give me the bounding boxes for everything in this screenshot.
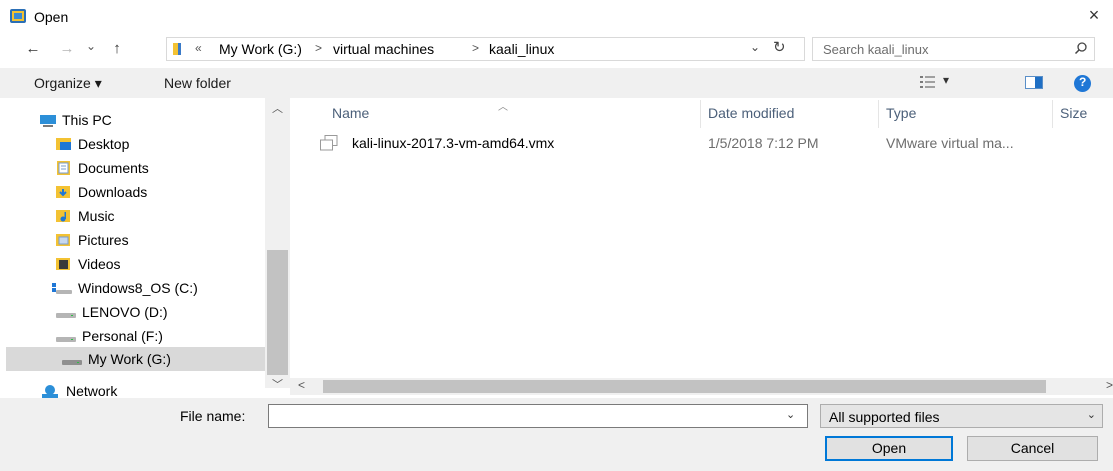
address-bar[interactable]: « My Work (G:) > virtual machines > kaal… xyxy=(166,37,805,61)
file-name-dropdown-icon[interactable]: ⌄ xyxy=(786,408,795,421)
documents-folder-icon xyxy=(57,161,70,175)
sidebar-item-downloads[interactable]: Downloads xyxy=(0,180,265,204)
sidebar-item-label: Network xyxy=(66,383,118,398)
navigation-pane-scrollbar[interactable]: ︿ ﹀ xyxy=(265,98,290,391)
dialog-app-icon xyxy=(10,9,26,23)
cancel-button[interactable]: Cancel xyxy=(967,436,1098,461)
sidebar-item-personal[interactable]: Personal (F:) xyxy=(0,324,265,348)
sidebar-item-label: Windows8_OS (C:) xyxy=(78,280,198,296)
scroll-left-arrow-icon[interactable]: < xyxy=(298,378,305,392)
address-dropdown-icon[interactable]: ⌄ xyxy=(750,40,760,54)
breadcrumb-separator-icon[interactable]: > xyxy=(315,41,322,55)
scroll-up-arrow-icon[interactable]: ︿ xyxy=(265,100,290,116)
breadcrumb-virtual-machines[interactable]: virtual machines xyxy=(333,41,434,57)
column-divider[interactable] xyxy=(878,100,879,128)
preview-pane-icon[interactable] xyxy=(1025,76,1043,89)
drive-icon xyxy=(62,360,82,365)
file-name-label: File name: xyxy=(180,408,246,424)
desktop-folder-icon xyxy=(56,138,71,150)
pictures-folder-icon xyxy=(56,234,70,246)
organize-caret-icon: ▾ xyxy=(94,75,102,91)
navigation-bar: ← → ⌄ ↑ « My Work (G:) > virtual machine… xyxy=(0,34,1113,64)
sidebar-item-lenovo[interactable]: LENOVO (D:) xyxy=(0,300,265,324)
breadcrumb-kaali-linux[interactable]: kaali_linux xyxy=(489,41,554,57)
view-options-caret-icon[interactable]: ▾ xyxy=(943,73,949,87)
downloads-folder-icon xyxy=(56,186,70,198)
new-folder-button[interactable]: New folder xyxy=(164,75,231,91)
recent-locations-chevron-icon[interactable]: ⌄ xyxy=(80,35,102,57)
column-divider[interactable] xyxy=(700,100,701,128)
file-name-input[interactable] xyxy=(268,404,808,428)
search-input[interactable]: Search kaali_linux xyxy=(812,37,1095,61)
breadcrumb-separator-icon[interactable]: > xyxy=(472,41,479,55)
file-type-filter-select[interactable]: All supported files ⌄ xyxy=(820,404,1103,428)
scroll-down-arrow-icon[interactable]: ﹀ xyxy=(265,376,290,392)
sidebar-item-network[interactable]: Network xyxy=(0,379,265,398)
drive-icon xyxy=(56,313,76,318)
sidebar-item-documents[interactable]: Documents xyxy=(0,156,265,180)
column-header-type[interactable]: Type xyxy=(886,105,916,121)
file-type: VMware virtual ma... xyxy=(886,135,1014,151)
search-placeholder: Search kaali_linux xyxy=(823,42,929,57)
search-icon[interactable] xyxy=(1074,41,1088,55)
sidebar-item-my-work[interactable]: My Work (G:) xyxy=(6,347,265,371)
vmx-file-icon xyxy=(320,135,338,151)
sidebar-item-label: Videos xyxy=(78,256,121,272)
sidebar-item-label: Documents xyxy=(78,160,149,176)
sidebar-item-label: This PC xyxy=(62,112,112,128)
drive-icon xyxy=(56,337,76,342)
music-folder-icon xyxy=(56,210,70,222)
file-date-modified: 1/5/2018 7:12 PM xyxy=(708,135,819,151)
scroll-right-arrow-icon[interactable]: > xyxy=(1106,378,1113,392)
system-drive-icon xyxy=(52,283,72,294)
sidebar-item-label: My Work (G:) xyxy=(88,351,171,367)
view-options-icon[interactable] xyxy=(920,76,936,89)
sidebar-item-label: Pictures xyxy=(78,232,129,248)
column-header-size[interactable]: Size xyxy=(1060,105,1087,121)
sidebar-item-desktop[interactable]: Desktop xyxy=(0,132,265,156)
table-row[interactable]: kali-linux-2017.3-vm-amd64.vmx 1/5/2018 … xyxy=(290,132,1080,154)
sidebar-item-windows8-os[interactable]: Windows8_OS (C:) xyxy=(0,276,265,300)
sidebar-item-label: LENOVO (D:) xyxy=(82,304,168,320)
command-toolbar: Organize ▾ New folder ▾ ? xyxy=(0,68,1113,98)
column-header-name[interactable]: Name xyxy=(332,105,369,121)
sidebar-item-label: Personal (F:) xyxy=(82,328,163,344)
refresh-icon[interactable]: ↻ xyxy=(773,38,786,56)
up-arrow-icon[interactable]: ↑ xyxy=(106,38,128,60)
back-arrow-icon[interactable]: ← xyxy=(22,38,44,60)
column-divider[interactable] xyxy=(1052,100,1053,128)
videos-folder-icon xyxy=(56,258,70,270)
open-button[interactable]: Open xyxy=(825,436,953,461)
sidebar-item-label: Music xyxy=(78,208,115,224)
sidebar-item-this-pc[interactable]: This PC xyxy=(0,108,265,132)
network-icon xyxy=(42,385,58,398)
column-header-date-modified[interactable]: Date modified xyxy=(708,105,794,121)
navigation-pane: This PC Desktop Documents Downloads Musi… xyxy=(0,98,290,398)
sidebar-item-videos[interactable]: Videos xyxy=(0,252,265,276)
sidebar-item-music[interactable]: Music xyxy=(0,204,265,228)
title-bar: Open × xyxy=(0,0,1113,34)
horizontal-scroll-thumb[interactable] xyxy=(323,380,1046,393)
file-list: ︿ Name Date modified Type Size kali-linu… xyxy=(290,98,1113,398)
scroll-thumb[interactable] xyxy=(267,250,288,375)
horizontal-scrollbar[interactable]: < > xyxy=(290,378,1113,395)
forward-arrow-icon[interactable]: → xyxy=(56,38,78,60)
sidebar-item-label: Downloads xyxy=(78,184,148,200)
close-icon[interactable]: × xyxy=(1085,6,1103,24)
window-title: Open xyxy=(34,9,69,25)
file-name: kali-linux-2017.3-vm-amd64.vmx xyxy=(352,135,555,151)
organize-button[interactable]: Organize ▾ xyxy=(34,75,102,92)
sidebar-item-pictures[interactable]: Pictures xyxy=(0,228,265,252)
chevron-down-icon: ⌄ xyxy=(1086,409,1096,421)
help-glyph: ? xyxy=(1079,75,1087,89)
dialog-footer: File name: ⌄ All supported files ⌄ Open … xyxy=(0,398,1113,471)
breadcrumb-my-work[interactable]: My Work (G:) xyxy=(219,41,302,57)
sidebar-item-label: Desktop xyxy=(78,136,130,152)
folder-icon xyxy=(173,43,181,55)
sort-ascending-icon: ︿ xyxy=(498,102,508,113)
computer-icon xyxy=(40,115,56,127)
file-type-filter-value: All supported files xyxy=(829,409,940,425)
address-overflow-icon[interactable]: « xyxy=(195,41,202,55)
organize-label: Organize xyxy=(34,75,91,91)
